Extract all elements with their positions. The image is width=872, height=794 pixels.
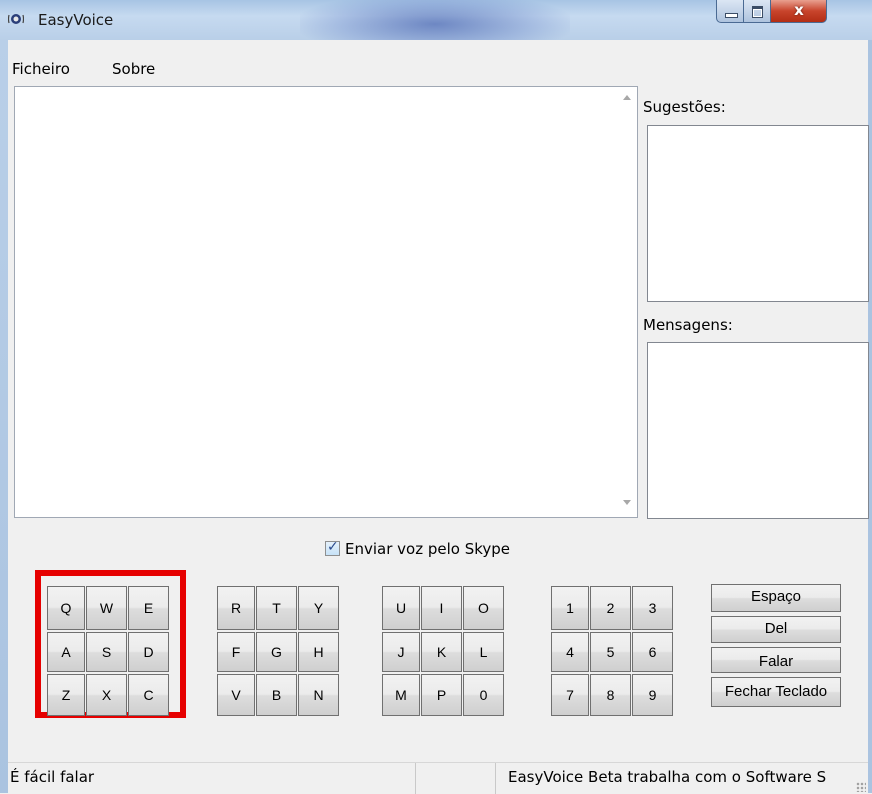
close-keyboard-button[interactable]: Fechar Teclado (711, 677, 841, 707)
messages-label: Mensagens: (643, 316, 733, 334)
scroll-down-arrow-icon[interactable] (623, 500, 631, 505)
key-q-button[interactable]: Q (47, 586, 85, 630)
key-p-button[interactable]: P (421, 674, 462, 716)
menubar: Ficheiro Sobre (8, 56, 868, 82)
key-s-button[interactable]: S (86, 632, 127, 672)
delete-button[interactable]: Del (711, 616, 841, 643)
window-controls: x (716, 0, 872, 24)
key-a-button[interactable]: A (47, 632, 85, 672)
suggestions-list[interactable] (647, 125, 869, 302)
menubar-spacer (8, 40, 868, 56)
close-button[interactable]: x (771, 0, 827, 23)
messages-list[interactable] (647, 342, 869, 519)
key-y-button[interactable]: Y (298, 586, 339, 630)
key-b-button[interactable]: B (256, 674, 297, 716)
status-left: É fácil falar (10, 768, 95, 786)
key-d-button[interactable]: D (128, 632, 169, 672)
key-5-button[interactable]: 5 (590, 632, 631, 672)
key-4-button[interactable]: 4 (551, 632, 589, 672)
title-bar: EasyVoice x (0, 0, 872, 40)
checkbox-box[interactable]: ✓ (325, 539, 340, 556)
key-2-button[interactable]: 2 (590, 586, 631, 630)
key-u-button[interactable]: U (382, 586, 420, 630)
key-h-button[interactable]: H (298, 632, 339, 672)
status-right: EasyVoice Beta trabalha com o Software S (508, 768, 827, 786)
key-z-button[interactable]: Z (47, 674, 85, 716)
status-divider (415, 763, 416, 794)
key-j-button[interactable]: J (382, 632, 420, 672)
vertical-scrollbar[interactable] (619, 87, 637, 517)
minimize-button[interactable] (716, 0, 744, 23)
app-icon (8, 14, 24, 24)
key-7-button[interactable]: 7 (551, 674, 589, 716)
key-m-button[interactable]: M (382, 674, 420, 716)
key-r-button[interactable]: R (217, 586, 255, 630)
scroll-up-arrow-icon[interactable] (623, 95, 631, 100)
key-f-button[interactable]: F (217, 632, 255, 672)
key-e-button[interactable]: E (128, 586, 169, 630)
key-o-button[interactable]: O (463, 586, 504, 630)
window-title: EasyVoice (38, 11, 114, 29)
key-g-button[interactable]: G (256, 632, 297, 672)
key-l-button[interactable]: L (463, 632, 504, 672)
close-icon: x (794, 1, 804, 19)
suggestions-label: Sugestões: (643, 98, 726, 116)
key-0-button[interactable]: 0 (463, 674, 504, 716)
key-c-button[interactable]: C (128, 674, 169, 716)
message-text-area[interactable] (14, 86, 638, 518)
resize-grip-icon[interactable] (856, 782, 866, 792)
status-divider (495, 763, 496, 794)
maximize-icon (752, 6, 763, 18)
minimize-icon (725, 13, 738, 18)
key-6-button[interactable]: 6 (632, 632, 673, 672)
key-w-button[interactable]: W (86, 586, 127, 630)
space-button[interactable]: Espaço (711, 584, 841, 612)
title-glow (300, 0, 570, 40)
menu-ficheiro[interactable]: Ficheiro (12, 60, 70, 78)
key-k-button[interactable]: K (421, 632, 462, 672)
key-n-button[interactable]: N (298, 674, 339, 716)
key-8-button[interactable]: 8 (590, 674, 631, 716)
maximize-button[interactable] (744, 0, 771, 23)
key-i-button[interactable]: I (421, 586, 462, 630)
speak-button[interactable]: Falar (711, 647, 841, 673)
status-bar: É fácil falar EasyVoice Beta trabalha co… (8, 762, 868, 794)
menu-sobre[interactable]: Sobre (112, 60, 155, 78)
key-3-button[interactable]: 3 (632, 586, 673, 630)
window-frame-left (0, 40, 8, 793)
key-1-button[interactable]: 1 (551, 586, 589, 630)
key-x-button[interactable]: X (86, 674, 127, 716)
key-9-button[interactable]: 9 (632, 674, 673, 716)
key-v-button[interactable]: V (217, 674, 255, 716)
key-t-button[interactable]: T (256, 586, 297, 630)
checkbox-label: Enviar voz pelo Skype (345, 540, 511, 558)
checkmark-icon: ✓ (327, 539, 339, 555)
